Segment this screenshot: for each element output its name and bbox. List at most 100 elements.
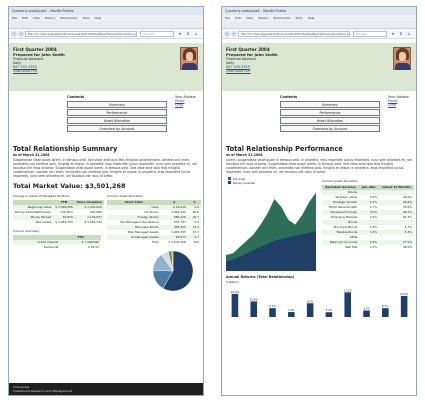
- footer-line-2: Investment Research and Management: [13, 389, 73, 393]
- bookmark-star-icon[interactable]: ★: [390, 31, 396, 37]
- as-of-date: as of March 31,2004: [13, 153, 50, 157]
- row-label: Total: [151, 240, 159, 244]
- menu-help[interactable]: Help: [308, 16, 315, 20]
- url-input[interactable]: file:///C:/Users/jgoetsch/Downloads/AXP …: [25, 31, 137, 37]
- menu-view[interactable]: View: [246, 16, 253, 20]
- page-content: First Quarter 2004 Prepared for John Smi…: [9, 39, 203, 326]
- menu-tools[interactable]: Tools: [295, 16, 302, 20]
- income-summary-table: YTD Credit Interest $ 1,388,696 Dividend…: [13, 235, 101, 250]
- legend-swatch: [228, 177, 231, 180]
- cell-inception: $ 3,481,794: [84, 220, 102, 224]
- bar-data-label: 17.1%: [344, 288, 353, 292]
- menu-bookmarks[interactable]: Bookmarks: [274, 16, 291, 20]
- table-row: Net Assets $ 3,481,794 $ 3,481,794: [13, 220, 104, 225]
- download-icon[interactable]: ⬇: [185, 31, 191, 37]
- tab-bar: Quarterly prototype2×: [222, 21, 416, 36]
- advisor-photo: [180, 47, 198, 70]
- table-row: S&P 500 2.3% 38.5%: [322, 245, 414, 250]
- window-title: Quarterly prototype2 - Mozilla Firefox: [222, 7, 416, 15]
- menu-help[interactable]: Help: [95, 16, 102, 20]
- row-label: Net Assets: [35, 220, 52, 224]
- bar-data-label: 3.4%: [288, 308, 295, 312]
- forward-arrow-icon[interactable]: ›: [231, 31, 237, 37]
- search-input[interactable]: Google: [140, 31, 174, 37]
- toc-overview-button[interactable]: Overview by Account: [280, 125, 380, 132]
- row-label: S&P 500: [344, 245, 358, 249]
- download-pdf-link[interactable]: Download PDF: [226, 69, 412, 73]
- bar: [288, 312, 295, 317]
- bar-data-label: 14.6%: [400, 292, 409, 296]
- section-title: Total Relationship Summary: [13, 145, 118, 153]
- bar: [363, 310, 370, 317]
- back-arrow-icon[interactable]: ‹: [224, 31, 230, 37]
- toc-summary-button[interactable]: Summary: [280, 101, 380, 108]
- current-asset-allocation-label: Current Asset Allocation: [322, 179, 359, 183]
- download-icon[interactable]: ⬇: [398, 31, 404, 37]
- menu-history[interactable]: History: [258, 16, 269, 20]
- menu-bookmarks[interactable]: Bookmarks: [61, 16, 78, 20]
- toc-performance-button[interactable]: Performance: [280, 109, 380, 116]
- bar-data-label: 6.1%: [382, 304, 389, 308]
- page-content: First Quarter 2004 Prepared for John Smi…: [222, 39, 416, 323]
- home-icon[interactable]: ⌂: [406, 31, 412, 37]
- advisor-photo: [393, 47, 411, 70]
- browser-window-summary: Quarterly prototype2 - Mozilla Firefox F…: [8, 6, 204, 396]
- bar-data-label: 9.5%: [307, 299, 314, 303]
- toc-summary-button[interactable]: Summary: [67, 101, 167, 108]
- bar-data-label: 6.1%: [269, 304, 276, 308]
- toc-asset-allocation-button[interactable]: Asset Allocation: [67, 117, 167, 124]
- toc-performance-button[interactable]: Performance: [67, 109, 167, 116]
- contents-label: Contents: [280, 95, 298, 99]
- chat-link[interactable]: Chat: [175, 103, 196, 107]
- asset-allocation-label: Current Asset Allocation: [107, 194, 144, 198]
- home-icon[interactable]: ⌂: [193, 31, 199, 37]
- row-label: Dividends: [43, 245, 59, 249]
- legend-item-money-invested: Money Invested: [228, 181, 255, 185]
- cell-ytd: $ 3,481,794: [55, 220, 73, 224]
- your-advisor-box: Your Advisor Email Chat: [388, 95, 409, 107]
- back-arrow-icon[interactable]: ‹: [11, 31, 17, 37]
- table-row: Total $ 3,501,268 100: [107, 240, 201, 245]
- legend-swatch: [228, 181, 231, 184]
- annual-returns-bar-chart: 16.0% 10.8% 6.1% 3.4% 9.5% 3.3% 17.1% 4.5% 6.1% 1…: [231, 288, 409, 317]
- asset-allocation-pie-chart: [152, 250, 194, 292]
- bar: [306, 303, 314, 317]
- toc-overview-button[interactable]: Overview by Account: [67, 125, 167, 132]
- nav-bar: ‹ › file:///C:/Users/jgoetsch/Downloads/…: [222, 29, 416, 39]
- menu-file[interactable]: File: [12, 16, 17, 20]
- cell-dollars: $ 3,501,268: [168, 240, 186, 244]
- toc-asset-allocation-button[interactable]: Asset Allocation: [280, 117, 380, 124]
- menu-edit[interactable]: Edit: [235, 16, 241, 20]
- menu-file[interactable]: File: [225, 16, 230, 20]
- asset-allocation-table: Asset Class $ % Cash $ 34,619 1.0 US Stock…: [107, 200, 201, 245]
- income-summary-label: Income Summary: [13, 229, 40, 233]
- chart-legend: Earnings Money Invested: [228, 177, 255, 185]
- summary-paragraph: Suspendisse vitae quam lorem, in tempus …: [13, 158, 197, 178]
- bar: [231, 293, 239, 317]
- forward-arrow-icon[interactable]: ›: [18, 31, 24, 37]
- contents-label: Contents: [67, 95, 85, 99]
- contents-nav: Contents Your Advisor Email Chat Summary…: [13, 95, 199, 139]
- bar: [269, 308, 276, 317]
- contents-nav: Contents Your Advisor Email Chat Summary…: [226, 95, 412, 139]
- growth-area-chart: [226, 192, 316, 271]
- table-header: Latest 12 Months: [379, 185, 414, 190]
- legend-label: Money Invested: [233, 181, 256, 185]
- menu-tools[interactable]: Tools: [82, 16, 89, 20]
- report-header: First Quarter 2004 Prepared for John Smi…: [9, 43, 203, 91]
- menu-history[interactable]: History: [45, 16, 56, 20]
- menu-edit[interactable]: Edit: [22, 16, 28, 20]
- table-header: Jan.-Mar.: [359, 185, 380, 190]
- download-pdf-link[interactable]: Download PDF: [13, 69, 199, 73]
- bar: [400, 295, 408, 317]
- bar-data-label: 16.0%: [231, 290, 240, 294]
- browser-window-performance: Quarterly prototype2 - Mozilla Firefox F…: [221, 6, 417, 396]
- as-of-date: as of March 31,2004: [226, 153, 263, 157]
- url-input[interactable]: file:///C:/Users/jgoetsch/Downloads/AXP …: [238, 31, 350, 37]
- cell-percent: 100: [193, 240, 199, 244]
- search-input[interactable]: Google: [353, 31, 387, 37]
- menu-view[interactable]: View: [33, 16, 40, 20]
- bar: [325, 312, 333, 317]
- bookmark-star-icon[interactable]: ★: [177, 31, 183, 37]
- chat-link[interactable]: Chat: [388, 103, 409, 107]
